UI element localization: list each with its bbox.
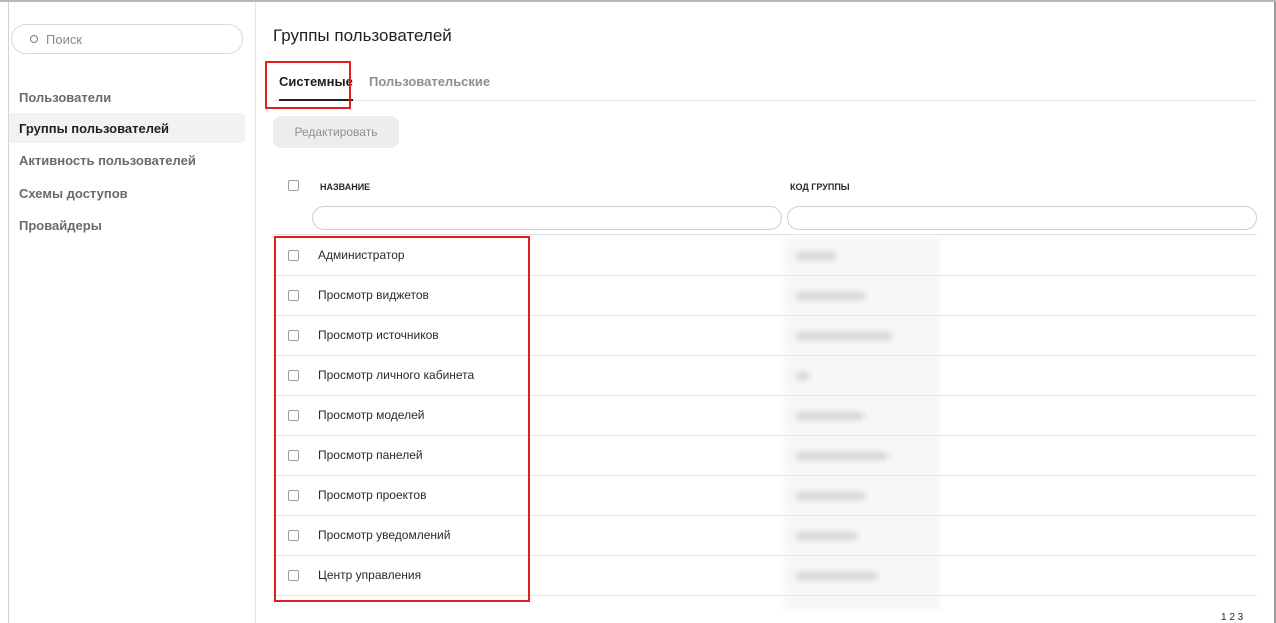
tab-bar: Системные Пользовательские: [273, 66, 1257, 101]
sidebar-item-user-activity[interactable]: Активность пользователей: [9, 145, 245, 175]
rows-highlight-box: [274, 236, 530, 602]
pagination[interactable]: 1 2 3: [1221, 612, 1243, 623]
sidebar-item-users[interactable]: Пользователи: [9, 82, 245, 112]
main-content: Группы пользователей Системные Пользоват…: [256, 2, 1274, 623]
group-code-redacted: [790, 245, 940, 267]
search-placeholder: Поиск: [46, 31, 83, 47]
group-code-redacted: [790, 565, 940, 587]
group-code-redacted: [790, 405, 940, 427]
sidebar: Поиск Пользователи Группы пользователей …: [9, 2, 256, 623]
group-code-filter-input[interactable]: [787, 206, 1257, 230]
tab-custom[interactable]: Пользовательские: [369, 74, 490, 89]
group-code-redacted: [790, 365, 940, 387]
search-input[interactable]: Поиск: [11, 24, 243, 54]
search-icon: [30, 35, 38, 43]
header-divider: [273, 234, 1257, 235]
column-header-group-code[interactable]: КОД ГРУППЫ: [790, 182, 850, 192]
sidebar-item-user-groups[interactable]: Группы пользователей: [9, 113, 245, 143]
column-header-name[interactable]: НАЗВАНИЕ: [320, 182, 370, 192]
group-code-redacted: [790, 485, 940, 507]
group-code-redacted: [790, 325, 940, 347]
sidebar-item-access-schemes[interactable]: Схемы доступов: [9, 178, 245, 208]
name-filter-input[interactable]: [312, 206, 782, 230]
tab-highlight-box: [265, 61, 351, 109]
group-code-redacted: [790, 525, 940, 547]
group-code-redacted: [790, 445, 940, 467]
edit-button[interactable]: Редактировать: [273, 116, 399, 148]
group-code-redacted: [790, 285, 940, 307]
page-title: Группы пользователей: [273, 26, 452, 45]
select-all-checkbox[interactable]: [288, 180, 299, 191]
sidebar-item-providers[interactable]: Провайдеры: [9, 210, 245, 240]
